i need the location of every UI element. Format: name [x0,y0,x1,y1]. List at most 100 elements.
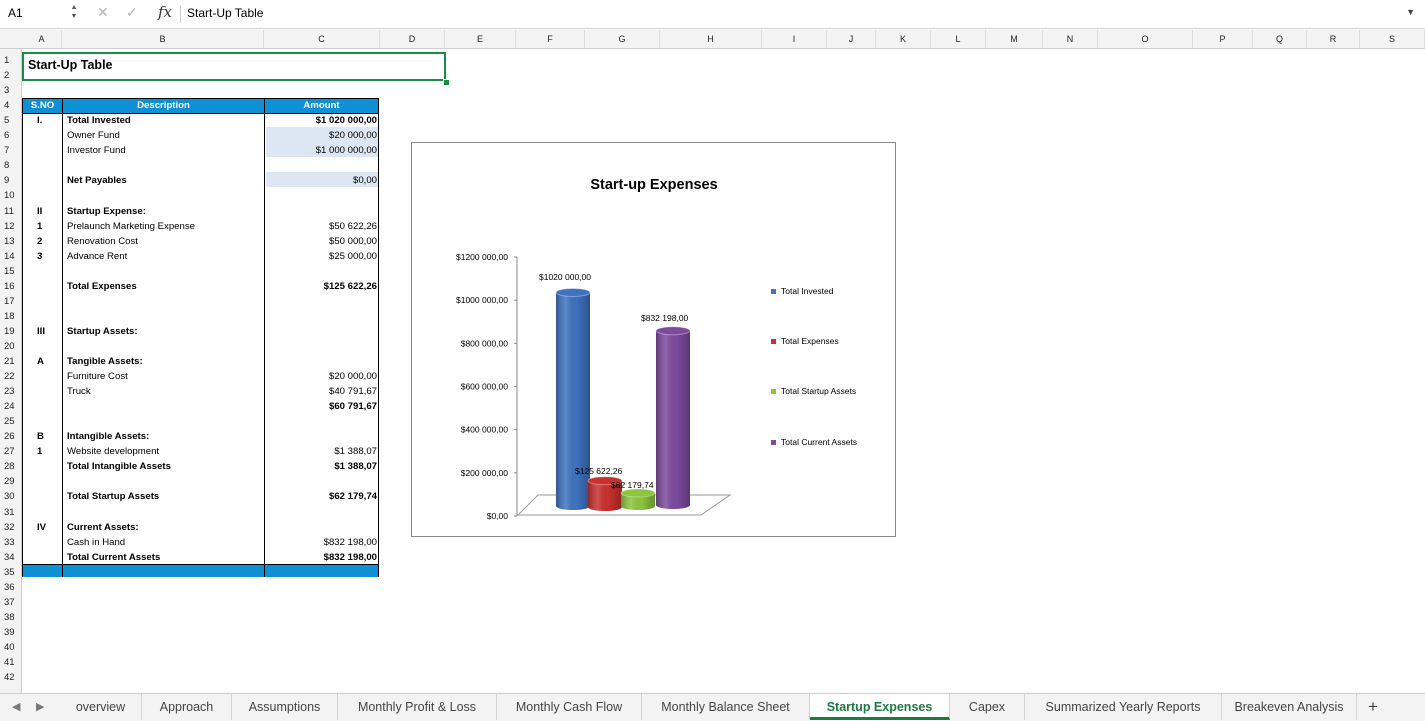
table-cell-amount[interactable]: $50 000,00 [266,234,377,249]
expand-formula-icon[interactable]: ▼ [1406,7,1415,17]
sheet-tab-monthly-profit-loss[interactable]: Monthly Profit & Loss [338,694,497,720]
table-cell-sno[interactable]: 1 [37,219,42,234]
sheet-tab-breakeven-analysis[interactable]: Breakeven Analysis [1222,694,1357,720]
table-cell-description[interactable]: Total Invested [67,113,131,128]
table-cell-description[interactable]: Tangible Assets: [67,354,143,369]
sheet-tab-overview[interactable]: overview [60,694,142,720]
column-header-a[interactable]: A [22,30,62,48]
sheet-tab-monthly-cash-flow[interactable]: Monthly Cash Flow [497,694,642,720]
legend-entry: Total Invested [781,286,834,296]
row-header-38[interactable]: 38 [0,610,25,625]
table-cell-description[interactable]: Startup Expense: [67,204,146,219]
table-cell-description[interactable]: Total Startup Assets [67,489,159,504]
name-box-stepper-icon[interactable]: ▲ ▼ [68,3,80,23]
table-cell-description[interactable]: Total Expenses [67,279,137,294]
table-cell-description[interactable]: Prelaunch Marketing Expense [67,219,195,234]
cancel-icon[interactable]: ✕ [97,4,109,21]
column-header-e[interactable]: E [445,30,516,48]
row-header-3[interactable]: 3 [0,83,25,98]
table-cell-description[interactable]: Total Intangible Assets [67,459,171,474]
table-cell-description[interactable]: Investor Fund [67,143,126,158]
table-cell-amount[interactable]: $1 000 000,00 [266,143,377,158]
column-header-k[interactable]: K [876,30,931,48]
column-header-l[interactable]: L [931,30,986,48]
column-header-d[interactable]: D [380,30,445,48]
table-cell-description[interactable]: Startup Assets: [67,324,138,339]
table-cell-description[interactable]: Furniture Cost [67,369,128,384]
row-header-37[interactable]: 37 [0,595,25,610]
data-label: $62 179,74 [611,480,654,490]
header-amount[interactable]: Amount [265,99,378,113]
table-cell-sno[interactable]: 1 [37,444,42,459]
column-header-n[interactable]: N [1043,30,1098,48]
table-cell-description[interactable]: Website development [67,444,159,459]
table-cell-description[interactable]: Truck [67,384,91,399]
table-cell-description[interactable]: Owner Fund [67,128,120,143]
table-cell-amount[interactable]: $1 388,07 [266,459,377,474]
function-icon[interactable]: fx [158,3,172,21]
table-cell-amount[interactable]: $25 000,00 [266,249,377,264]
table-cell-amount[interactable]: $60 791,67 [266,399,377,414]
column-header-b[interactable]: B [62,30,264,48]
row-header-41[interactable]: 41 [0,655,25,670]
table-cell-description[interactable]: Renovation Cost [67,234,138,249]
table-cell-sno[interactable]: A [37,354,44,369]
row-header-36[interactable]: 36 [0,580,25,595]
sheet-tab-assumptions[interactable]: Assumptions [232,694,338,720]
table-cell-amount[interactable]: $1 020 000,00 [266,113,377,128]
table-cell-sno[interactable]: II [37,204,42,219]
fill-handle[interactable] [443,79,450,86]
table-cell-amount[interactable]: $20 000,00 [266,369,377,384]
column-header-g[interactable]: G [585,30,660,48]
table-cell-description[interactable]: Intangible Assets: [67,429,149,444]
next-sheet-icon[interactable]: ▶ [36,700,44,713]
confirm-icon[interactable]: ✓ [126,4,138,21]
name-box[interactable]: A1 [0,3,74,23]
column-header-m[interactable]: M [986,30,1043,48]
startup-expenses-chart[interactable]: Start-up Expenses $0,00 $200 000,00 $400 00… [411,142,896,537]
column-header-j[interactable]: J [827,30,876,48]
table-cell-amount[interactable]: $832 198,00 [266,535,377,550]
column-header-s[interactable]: S [1360,30,1425,48]
table-cell-amount[interactable]: $1 388,07 [266,444,377,459]
formula-input[interactable]: Start-Up Table [187,5,263,21]
sheet-tab-approach[interactable]: Approach [142,694,232,720]
sheet-tab-summarized-yearly-reports[interactable]: Summarized Yearly Reports [1025,694,1222,720]
table-cell-sno[interactable]: IV [37,520,46,535]
header-description[interactable]: Description [63,99,264,113]
table-cell-amount[interactable]: $20 000,00 [266,128,377,143]
table-cell-description[interactable]: Advance Rent [67,249,127,264]
prev-sheet-icon[interactable]: ◀ [12,700,20,713]
table-cell-sno[interactable]: 2 [37,234,42,249]
row-header-42[interactable]: 42 [0,670,25,685]
sheet-tab-capex[interactable]: Capex [950,694,1025,720]
header-sno[interactable]: S.NO [23,99,62,113]
column-header-h[interactable]: H [660,30,762,48]
table-cell-description[interactable]: Total Current Assets [67,550,160,565]
table-cell-amount[interactable]: $125 622,26 [266,279,377,294]
sheet-tab-startup-expenses[interactable]: Startup Expenses [810,694,950,720]
add-sheet-icon[interactable]: + [1368,697,1378,717]
table-cell-description[interactable]: Current Assets: [67,520,139,535]
column-header-q[interactable]: Q [1253,30,1307,48]
table-cell-sno[interactable]: I. [37,113,42,128]
sheet-tab-monthly-balance-sheet[interactable]: Monthly Balance Sheet [642,694,810,720]
table-cell-amount[interactable]: $832 198,00 [266,550,377,565]
table-cell-sno[interactable]: 3 [37,249,42,264]
row-header-40[interactable]: 40 [0,640,25,655]
table-cell-amount[interactable]: $40 791,67 [266,384,377,399]
table-cell-amount[interactable]: $62 179,74 [266,489,377,504]
column-header-p[interactable]: P [1193,30,1253,48]
table-cell-sno[interactable]: III [37,324,45,339]
table-cell-amount[interactable]: $50 622,26 [266,219,377,234]
table-cell-description[interactable]: Cash in Hand [67,535,125,550]
column-header-i[interactable]: I [762,30,827,48]
table-cell-sno[interactable]: B [37,429,44,444]
column-header-r[interactable]: R [1307,30,1360,48]
column-header-c[interactable]: C [264,30,380,48]
column-header-o[interactable]: O [1098,30,1193,48]
column-header-f[interactable]: F [516,30,585,48]
table-cell-description[interactable]: Net Payables [67,173,127,188]
row-header-39[interactable]: 39 [0,625,25,640]
table-cell-amount[interactable]: $0,00 [266,173,377,188]
